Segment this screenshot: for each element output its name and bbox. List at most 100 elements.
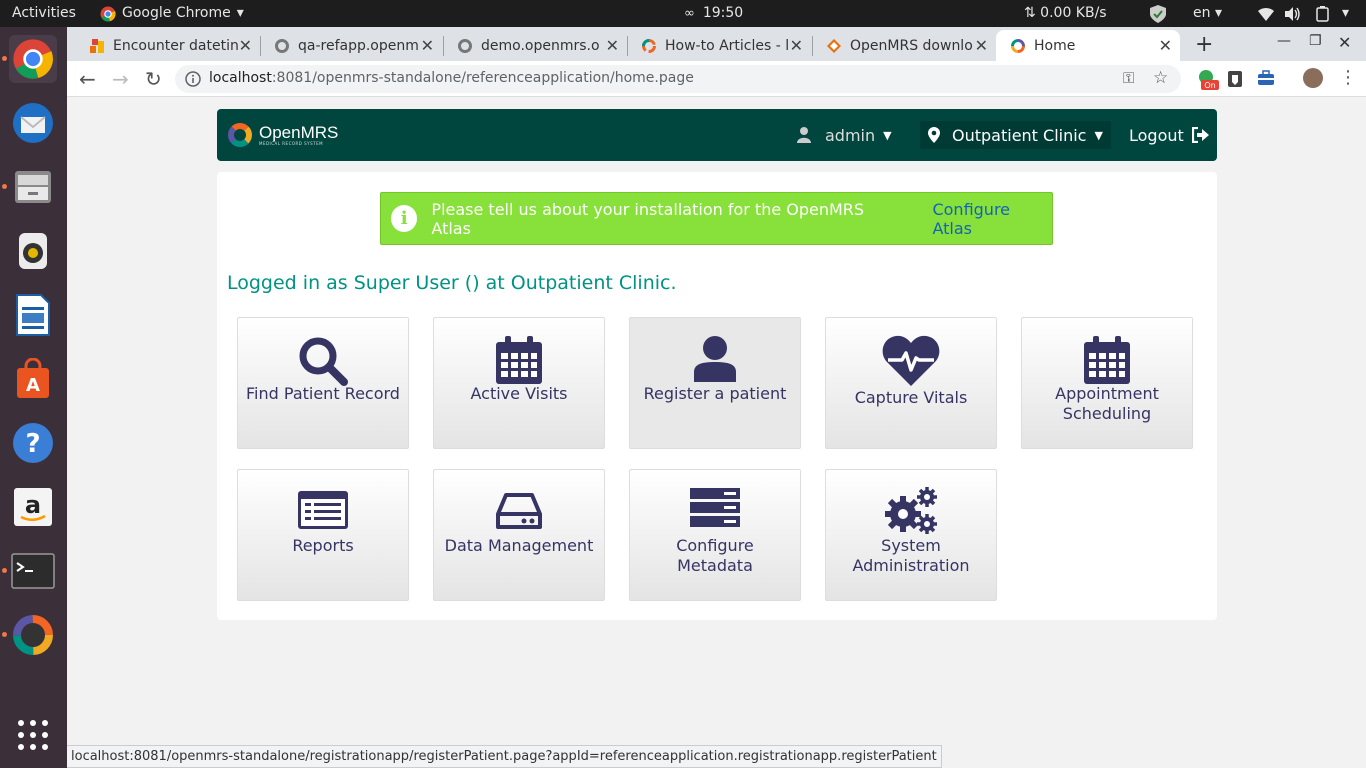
chrome-icon	[13, 39, 53, 79]
diamond-favicon-icon	[827, 38, 841, 53]
app-menu[interactable]: Google Chrome ▾	[100, 0, 244, 27]
tab-qa-refapp[interactable]: qa-refapp.openm ✕	[260, 30, 442, 61]
volume-icon[interactable]	[1285, 0, 1301, 27]
close-window-icon[interactable]: ✕	[1338, 33, 1351, 52]
clock[interactable]: ∞ 19:50	[684, 0, 743, 27]
profile-avatar[interactable]	[1303, 68, 1323, 88]
openmrs-favicon-icon	[458, 38, 472, 53]
calendar-icon	[1084, 336, 1130, 384]
language-indicator[interactable]: en ▾	[1193, 0, 1222, 27]
svg-text:a: a	[25, 491, 41, 519]
dock-openmrs[interactable]	[9, 611, 57, 659]
show-applications-button[interactable]	[9, 711, 57, 759]
dock-amazon[interactable]: a	[9, 483, 57, 531]
address-bar[interactable]: localhost:8081/openmrs-standalone/refere…	[175, 65, 1181, 93]
app-active-visits[interactable]: Active Visits	[433, 317, 605, 449]
tab-close-icon[interactable]: ✕	[606, 36, 619, 55]
new-tab-button[interactable]: +	[1195, 32, 1213, 57]
user-menu[interactable]: admin ▼	[797, 109, 892, 161]
shield-icon[interactable]	[1150, 0, 1166, 27]
openmrs-logo[interactable]: OpenMRS MEDICAL RECORD SYSTEM	[227, 122, 338, 148]
extension-toolbox-icon[interactable]	[1257, 70, 1275, 90]
app-data-management[interactable]: Data Management	[433, 469, 605, 601]
page-viewport: OpenMRS MEDICAL RECORD SYSTEM admin ▼ Ou…	[67, 97, 1366, 768]
logout-button[interactable]: Logout	[1129, 109, 1209, 161]
logged-in-message: Logged in as Super User () at Outpatient…	[227, 272, 677, 294]
caret-down-icon: ▼	[1094, 128, 1103, 142]
app-label: Appointment Scheduling	[1055, 384, 1159, 423]
dock-thunderbird[interactable]	[9, 99, 57, 147]
dock-rhythmbox[interactable]	[9, 227, 57, 275]
activities-button[interactable]: Activities	[12, 0, 76, 27]
user-icon	[694, 336, 736, 382]
openmrs-favicon-icon	[275, 38, 289, 53]
chrome-tab-strip: Encounter datetin ✕ qa-refapp.openm ✕ de…	[67, 27, 1366, 61]
reload-button[interactable]: ↻	[145, 67, 162, 91]
location-menu[interactable]: Outpatient Clinic ▼	[920, 121, 1111, 149]
running-indicator	[2, 632, 7, 637]
chrome-toolbar: ← → ↻ localhost:8081/openmrs-standalone/…	[67, 61, 1366, 97]
configure-atlas-link[interactable]: Configure Atlas	[932, 200, 1052, 238]
dock-chrome[interactable]	[9, 35, 57, 83]
tab-close-icon[interactable]: ✕	[975, 36, 988, 55]
extension-shield-icon[interactable]	[1227, 70, 1243, 92]
app-label: Register a patient	[643, 384, 787, 403]
app-system-administration[interactable]: System Administration	[825, 469, 997, 601]
amazon-icon: a	[14, 488, 52, 526]
ubuntu-dock: A ? a	[0, 27, 67, 768]
writer-icon	[16, 294, 50, 336]
wifi-icon[interactable]	[1258, 0, 1274, 27]
link-status-bar: localhost:8081/openmrs-standalone/regist…	[67, 745, 942, 768]
app-reports[interactable]: Reports	[237, 469, 409, 601]
tab-close-icon[interactable]: ✕	[239, 36, 252, 55]
app-find-patient-record[interactable]: Find Patient Record	[237, 317, 409, 449]
extension-on-icon[interactable]: On	[1197, 69, 1219, 95]
running-indicator	[2, 184, 7, 189]
info-icon	[185, 71, 201, 87]
dock-libreoffice-writer[interactable]	[9, 291, 57, 339]
svg-text:?: ?	[25, 429, 40, 459]
dock-terminal[interactable]	[9, 547, 57, 595]
chrome-icon	[100, 6, 116, 21]
dock-help[interactable]: ?	[9, 419, 57, 467]
app-configure-metadata[interactable]: Configure Metadata	[629, 469, 801, 601]
calendar-icon	[496, 336, 542, 384]
openmrs-header: OpenMRS MEDICAL RECORD SYSTEM admin ▼ Ou…	[217, 109, 1217, 161]
tab-demo-openmrs[interactable]: demo.openmrs.o ✕	[443, 30, 627, 61]
app-capture-vitals[interactable]: Capture Vitals	[825, 317, 997, 449]
tab-how-to-articles[interactable]: How-to Articles - l ✕	[627, 30, 811, 61]
battery-icon[interactable]	[1316, 0, 1330, 27]
thunderbird-icon	[13, 103, 53, 143]
logout-label: Logout	[1129, 125, 1184, 145]
ubuntu-top-bar: Activities Google Chrome ▾ ∞ 19:50 ⇅ 0.0…	[0, 0, 1366, 27]
tab-openmrs-download[interactable]: OpenMRS downlo ✕	[812, 30, 996, 61]
speaker-icon	[19, 233, 47, 269]
chevron-down-icon: ▾	[236, 5, 244, 21]
app-register-patient[interactable]: Register a patient	[629, 317, 801, 449]
chrome-menu-icon[interactable]: ⋮	[1339, 67, 1357, 88]
running-indicator	[2, 568, 7, 573]
back-button[interactable]: ←	[79, 67, 96, 91]
forward-button[interactable]: →	[112, 67, 129, 91]
dock-files[interactable]	[9, 163, 57, 211]
list-icon	[298, 491, 348, 529]
minimize-icon[interactable]: —	[1277, 33, 1291, 49]
tab-close-icon[interactable]: ✕	[790, 36, 803, 55]
tab-encounter[interactable]: Encounter datetin ✕	[75, 30, 260, 61]
app-name: Google Chrome	[122, 5, 231, 21]
location-name: Outpatient Clinic	[952, 125, 1087, 145]
app-appointment-scheduling[interactable]: Appointment Scheduling	[1021, 317, 1193, 449]
maximize-icon[interactable]: ❐	[1309, 33, 1322, 49]
tab-close-icon[interactable]: ✕	[421, 36, 434, 55]
dock-software-center[interactable]: A	[9, 355, 57, 403]
caret-down-icon: ▼	[883, 128, 892, 142]
tab-home[interactable]: Home ✕	[996, 30, 1180, 61]
star-icon[interactable]: ☆	[1153, 68, 1168, 88]
username: admin	[825, 125, 876, 145]
app-label: System Administration	[852, 536, 970, 575]
tab-close-icon[interactable]: ✕	[1159, 36, 1172, 55]
system-menu-chevron-icon[interactable]: ▾	[1342, 0, 1349, 27]
key-icon[interactable]: ⚿	[1123, 69, 1134, 87]
shopping-bag-icon: A	[17, 358, 49, 398]
gears-icon	[885, 487, 937, 534]
